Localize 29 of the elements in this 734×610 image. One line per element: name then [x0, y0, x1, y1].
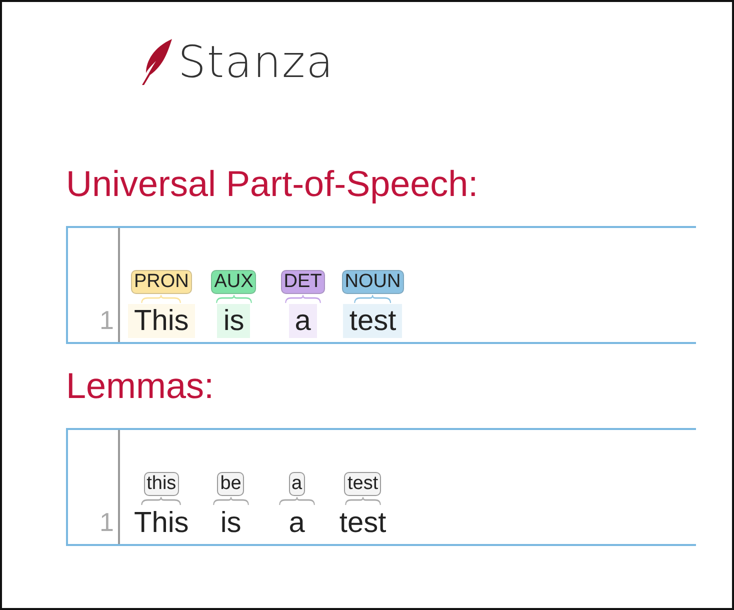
word-token: test	[343, 304, 402, 338]
word-token: This	[128, 304, 195, 338]
word-token: a	[288, 506, 306, 540]
tag-label: test	[344, 472, 382, 496]
word-token: This	[133, 506, 190, 540]
tag-label: this	[144, 472, 180, 496]
tag-label: be	[217, 472, 244, 496]
tag-label: a	[288, 472, 306, 496]
brace-icon	[278, 496, 315, 506]
brace-icon	[212, 496, 249, 506]
word-token: a	[288, 304, 317, 338]
tag-label: PRON	[130, 270, 192, 294]
tag-label: DET	[280, 270, 325, 294]
brace-icon	[141, 496, 182, 506]
word-token: is	[217, 304, 250, 338]
brace-icon	[141, 294, 182, 304]
word-token: is	[219, 506, 242, 540]
brace-icon	[354, 294, 392, 304]
brace-icon	[216, 294, 252, 304]
tag-label: AUX	[211, 270, 256, 294]
word-token: test	[338, 506, 388, 540]
brace-icon	[344, 496, 381, 506]
brace-icon	[284, 294, 321, 304]
line-number: 1	[100, 305, 114, 336]
section-heading: Lemmas:	[66, 366, 216, 406]
line-number: 1	[100, 507, 114, 538]
logo-text: Stanza	[178, 36, 334, 88]
tag-label: NOUN	[342, 270, 404, 294]
section-heading: Universal Part-of-Speech:	[66, 164, 480, 204]
